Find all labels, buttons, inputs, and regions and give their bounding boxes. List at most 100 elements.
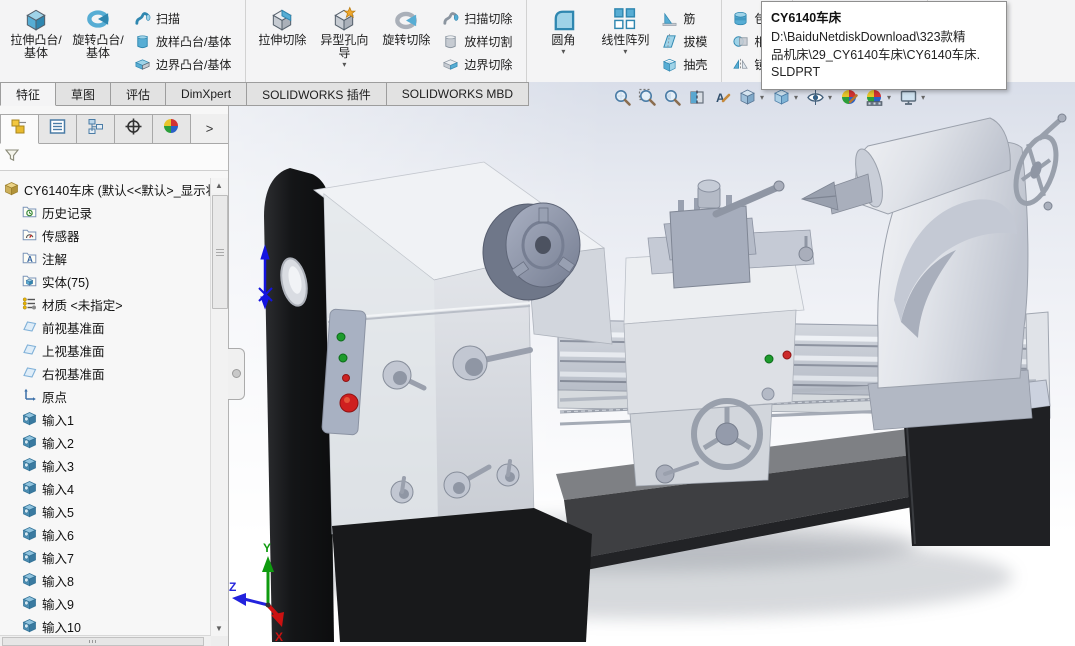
command-group: 圆角▾线性阵列▾筋拔模抽壳 [526,0,721,82]
dimxpertmanager-tab[interactable] [115,114,153,144]
tree-item[interactable]: 上视基准面 [0,339,211,362]
cmd-revolve-button[interactable]: 旋转凸台/基体 [67,2,129,80]
hole-wizard-icon [331,6,357,32]
dropdown-arrow-icon[interactable]: ▾ [342,61,346,69]
configurationmanager-icon [86,117,105,141]
scrollbar-thumb[interactable] [212,195,228,309]
cmd-sweep-button[interactable]: 扫描 [131,8,240,29]
tree-item[interactable]: 输入1 [0,408,211,431]
cmd-loft-button[interactable]: 放样凸台/基体 [131,31,240,52]
folder-solids-icon [22,273,37,291]
revolve-cut-icon [393,6,419,32]
tree-item[interactable]: 右视基准面 [0,362,211,385]
tree-root-item[interactable]: CY6140车床 (默认<<默认>_显示状态 [0,178,211,201]
tree-item[interactable]: 传感器 [0,224,211,247]
tree-item[interactable]: 输入8 [0,569,211,592]
tree-item[interactable]: 输入3 [0,454,211,477]
cmd-revolve-cut-button[interactable]: 旋转切除 [375,2,437,80]
annotation-visibility-button[interactable]: A [710,86,735,109]
featuremanager-tab[interactable] [0,114,39,144]
cmd-hole-wizard-button[interactable]: 异型孔向导▾ [313,2,375,80]
scroll-up-arrow[interactable]: ▲ [211,178,227,193]
tab-特征[interactable]: 特征 [0,82,56,106]
boundary-cut-icon [442,56,459,73]
cmd-boundary-button[interactable]: 边界凸台/基体 [131,54,240,75]
tree-item[interactable]: 实体(75) [0,270,211,293]
cmd-cut-extrude-button[interactable]: 拉伸切除 [251,2,313,80]
cmd-sweep-cut-button[interactable]: 扫描切除 [439,8,521,29]
tree-item[interactable]: 输入9 [0,592,211,615]
tab-评估[interactable]: 评估 [111,82,166,106]
tree-item[interactable]: 输入2 [0,431,211,454]
dropdown-arrow-icon[interactable]: ▾ [887,93,891,102]
propertymanager-tab[interactable] [39,114,77,144]
zoom-to-fit-button[interactable] [610,86,635,109]
dropdown-arrow-icon[interactable]: ▾ [828,93,832,102]
tree-vertical-scrollbar[interactable]: ▲ ▼ [210,178,228,636]
cmd-label: 异型孔向导 [315,34,373,60]
cmd-label: 拉伸切除 [258,34,306,47]
tree-item-label: 右视基准面 [42,364,105,383]
dropdown-arrow-icon[interactable]: ▾ [760,93,764,102]
cmd-draft-button[interactable]: 拔模 [658,31,716,52]
tree-horizontal-scrollbar[interactable] [0,635,211,646]
cmd-shell-button[interactable]: 抽壳 [658,54,716,75]
panel-splitter-handle[interactable] [228,348,245,400]
graphics-area[interactable]: Y Z X [228,82,1075,646]
tab-DimXpert[interactable]: DimXpert [166,82,247,106]
view-settings-icon [899,88,918,107]
configurationmanager-tab[interactable] [77,114,115,144]
mirror-icon [732,56,749,73]
boss-extrude-icon [23,6,49,32]
annotation-visibility-icon: A [713,88,732,107]
cmd-fillet-button[interactable]: 圆角▾ [532,2,594,80]
tab-草图[interactable]: 草图 [56,82,111,106]
dropdown-arrow-icon[interactable]: ▾ [794,93,798,102]
section-view-icon [688,88,707,107]
tree-item[interactable]: A注解 [0,247,211,270]
cmd-loft-cut-button[interactable]: 放样切割 [439,31,521,52]
zoom-to-fit-icon [613,88,632,107]
cmd-linear-pattern-button[interactable]: 线性阵列▾ [594,2,656,80]
tree-item[interactable]: 历史记录 [0,201,211,224]
tree-item-label: 输入5 [42,502,74,521]
tab-SOLIDWORKS MBD[interactable]: SOLIDWORKS MBD [387,82,529,106]
tree-item[interactable]: 输入10 [0,615,211,636]
displaymanager-tab[interactable] [153,114,191,144]
model-canvas[interactable]: Y Z X [228,82,1075,646]
cmd-rib-button[interactable]: 筋 [658,8,716,29]
tree-item[interactable]: 输入6 [0,523,211,546]
zoom-to-area-button[interactable] [635,86,660,109]
tree-item[interactable]: 前视基准面 [0,316,211,339]
dropdown-arrow-icon[interactable]: ▾ [921,93,925,102]
hscrollbar-thumb[interactable] [2,637,204,646]
import-icon [22,526,37,544]
tree-item-label: 输入8 [42,571,74,590]
tree-item[interactable]: 输入4 [0,477,211,500]
dropdown-arrow-icon[interactable]: ▾ [561,48,565,56]
tooltip-file-path: D:\BaiduNetdiskDownload\323款精 品机床\29_CY6… [771,29,997,82]
dropdown-arrow-icon[interactable]: ▾ [623,48,627,56]
tree-item[interactable]: 材质 <未指定> [0,293,211,316]
cmd-label: 抽壳 [683,56,707,73]
import-icon [22,549,37,567]
section-view-button[interactable] [685,86,710,109]
panel-expand-arrow[interactable]: > [191,114,228,144]
cmd-label: 边界凸台/基体 [156,56,231,73]
tree-item[interactable]: 输入5 [0,500,211,523]
cmd-boundary-cut-button[interactable]: 边界切除 [439,54,521,75]
tree-item[interactable]: 输入7 [0,546,211,569]
tab-SOLIDWORKS 插件[interactable]: SOLIDWORKS 插件 [247,82,387,106]
tree-item-label: 输入2 [42,433,74,452]
cmd-label: 边界切除 [464,56,512,73]
revolve-icon [85,6,111,32]
filter-bar[interactable] [0,144,228,171]
dimxpertmanager-icon [124,117,143,141]
propertymanager-icon [48,117,67,141]
tree-item[interactable]: 原点 [0,385,211,408]
cmd-boss-extrude-button[interactable]: 拉伸凸台/基体 [5,2,67,80]
previous-view-button[interactable] [660,86,685,109]
solidworks-window: { "colors": { "toolbar_bg": "#f4f4f5", "… [0,0,1075,646]
scroll-down-arrow[interactable]: ▼ [211,621,227,636]
rib-icon [661,10,678,27]
